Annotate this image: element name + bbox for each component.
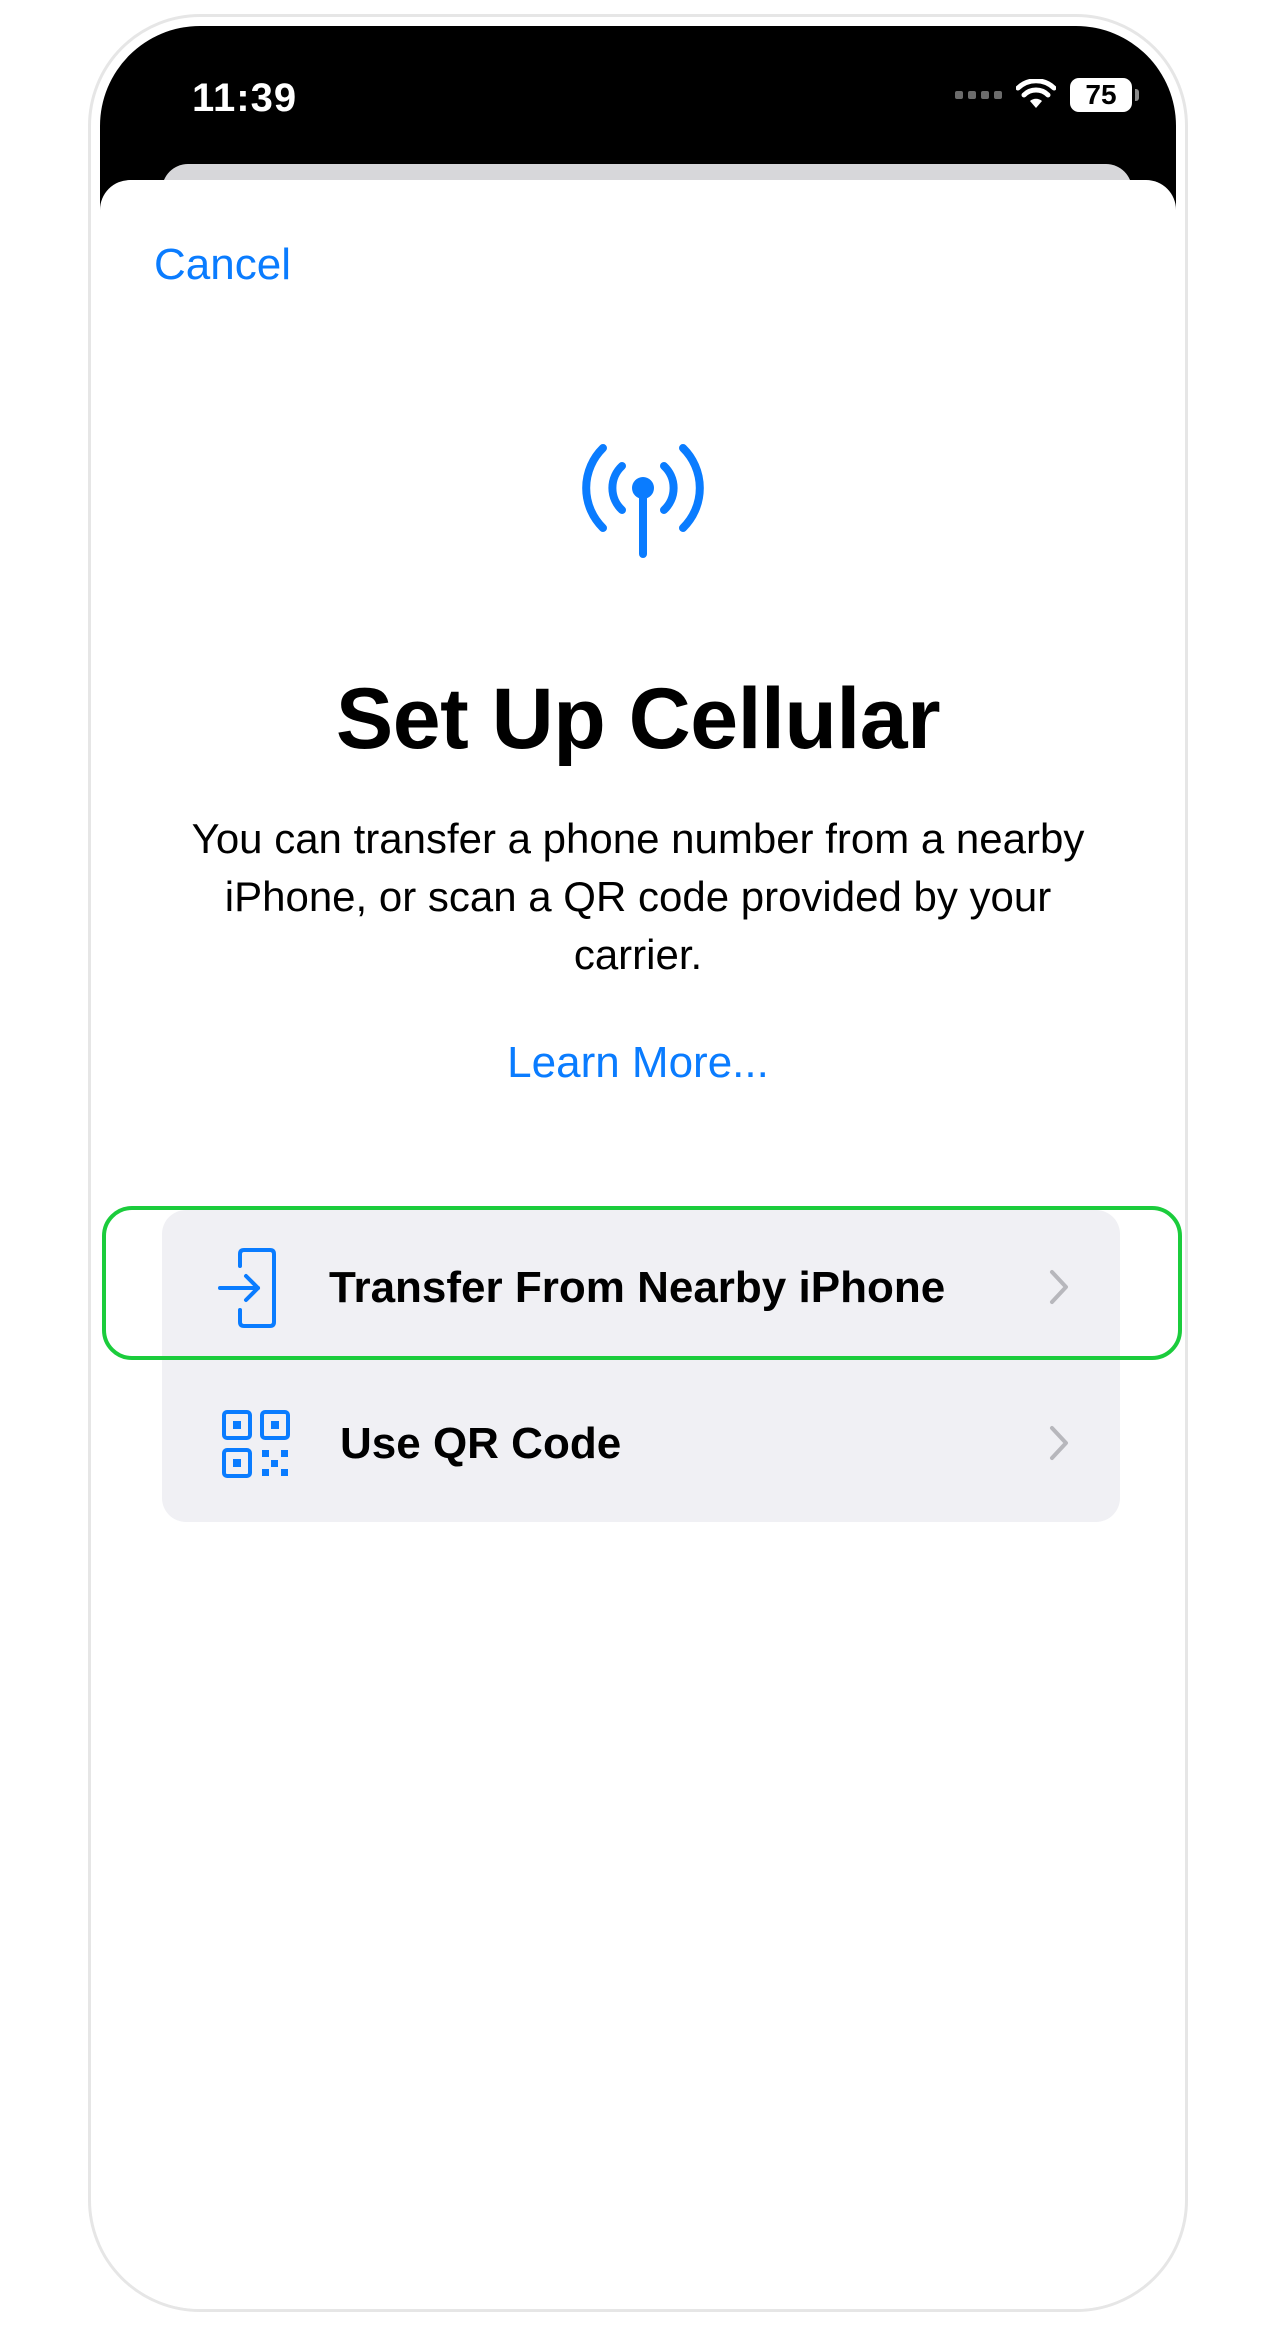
setup-options-group: Transfer From Nearby iPhone Use QR Code	[162, 1210, 1120, 1522]
qr-option-label: Use QR Code	[340, 1419, 622, 1468]
learn-more-link[interactable]: Learn More...	[100, 1038, 1176, 1088]
wifi-icon	[1016, 79, 1056, 108]
battery-indicator: 75	[1070, 78, 1139, 112]
transfer-to-phone-icon	[218, 1248, 276, 1328]
page-description: You can transfer a phone number from a n…	[191, 815, 1085, 978]
phone-frame: 11:39 75 Cancel Set Up Cellular You can …	[88, 14, 1188, 2312]
qr-code-icon	[222, 1410, 290, 1478]
cellular-signal-dots-icon	[955, 91, 1002, 99]
cancel-button[interactable]: Cancel	[154, 240, 291, 290]
transfer-option-label: Transfer From Nearby iPhone	[329, 1263, 946, 1312]
chevron-right-icon	[1050, 1426, 1068, 1460]
page-title: Set Up Cellular	[335, 671, 941, 767]
antenna-radiowaves-icon	[582, 444, 704, 558]
status-indicators: 75	[955, 78, 1139, 112]
chevron-right-icon	[1050, 1270, 1068, 1304]
use-qr-code-option[interactable]: Use QR Code	[162, 1366, 1120, 1522]
status-time: 11:39	[192, 76, 298, 120]
setup-cellular-sheet: Cancel Set Up Cellular You can transfer …	[100, 180, 1176, 2309]
transfer-from-iphone-option[interactable]: Transfer From Nearby iPhone	[162, 1210, 1120, 1366]
